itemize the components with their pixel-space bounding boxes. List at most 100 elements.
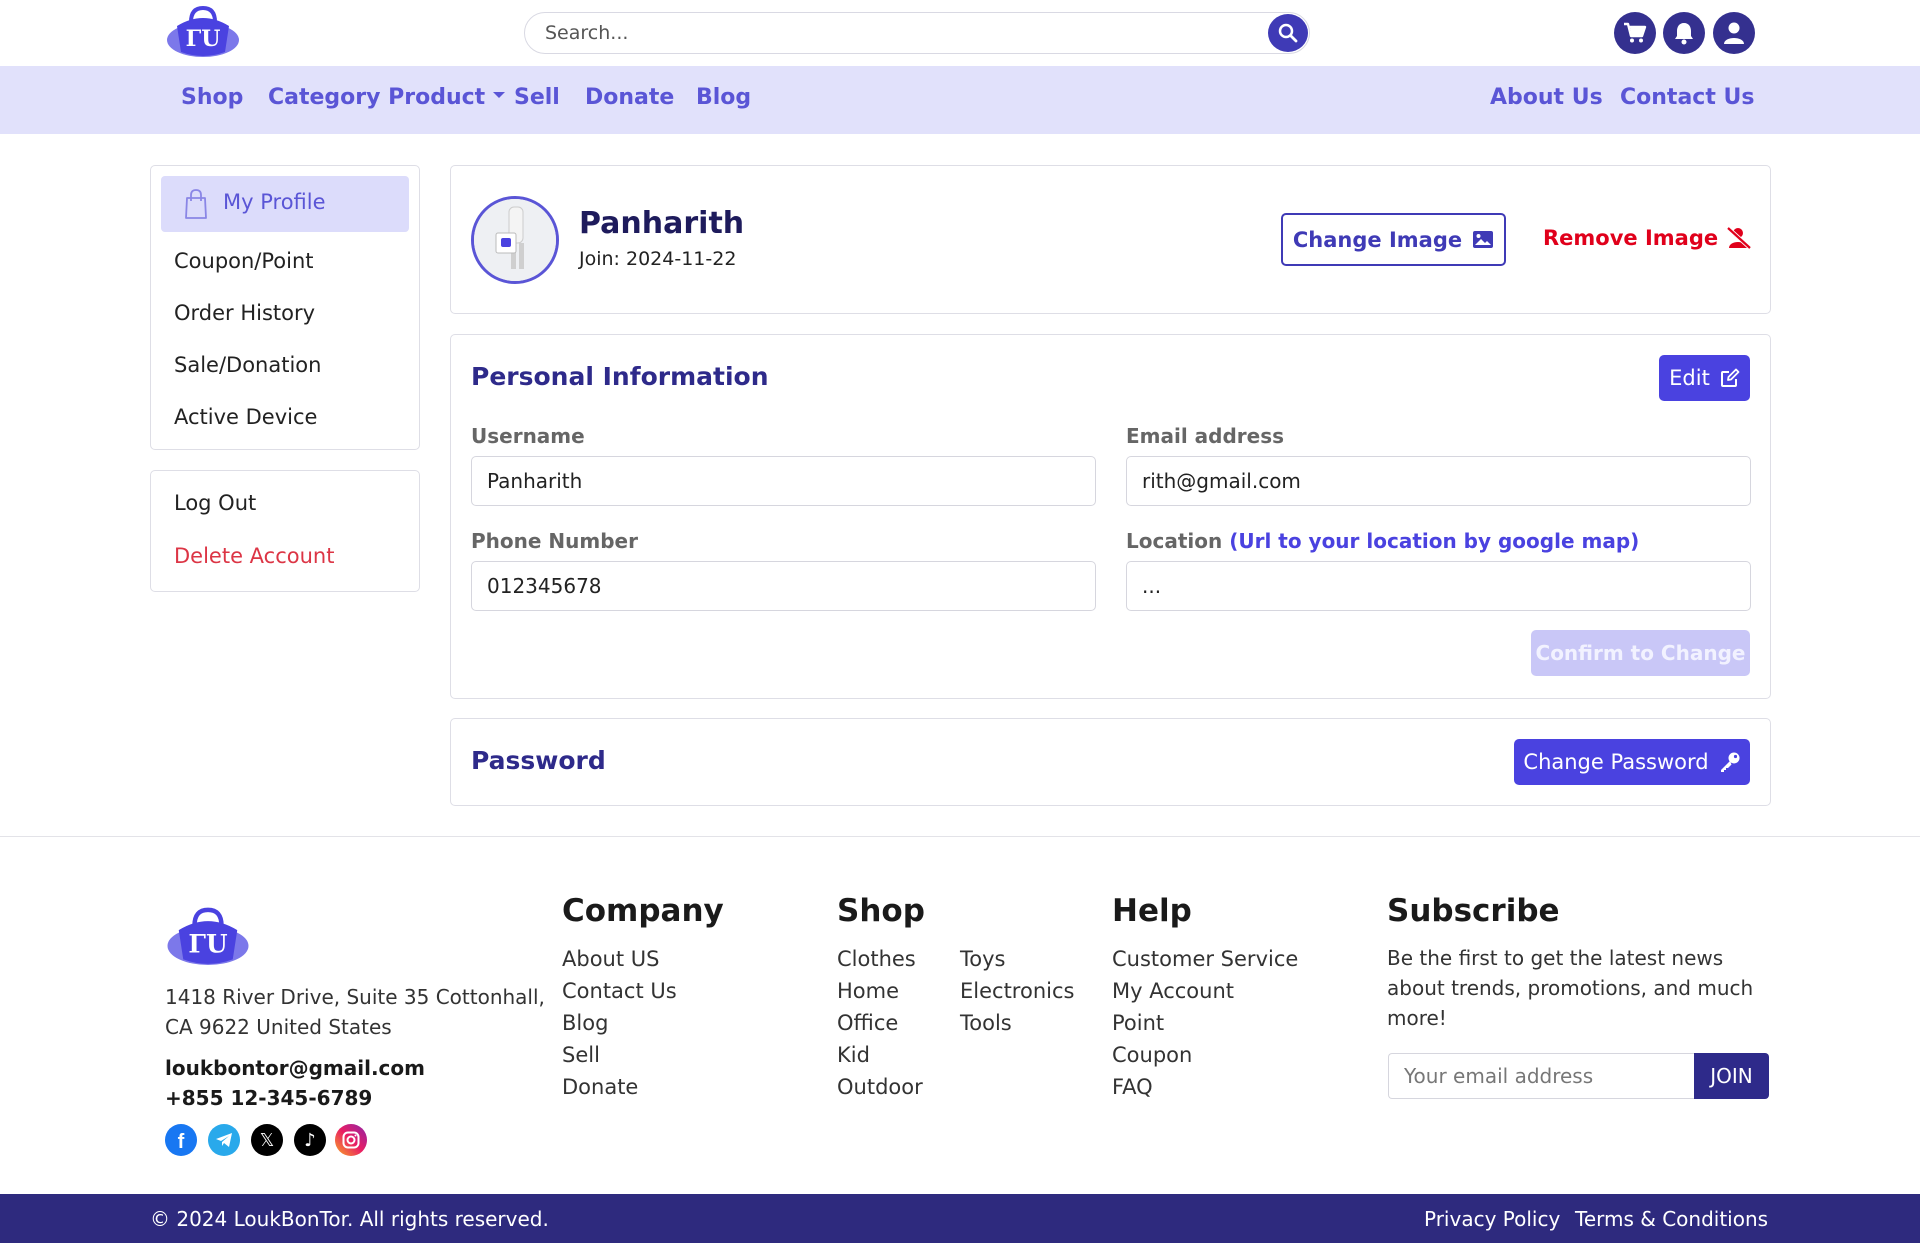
footer-shop-links-col2: Toys Electronics Tools xyxy=(960,943,1074,1039)
location-hint: (Url to your location by google map) xyxy=(1229,529,1640,553)
footer-link[interactable]: About US xyxy=(562,943,677,975)
footer-link[interactable]: Sell xyxy=(562,1039,677,1071)
instagram-link[interactable] xyxy=(335,1124,367,1156)
nav-about-us[interactable]: About Us xyxy=(1490,85,1603,110)
footer-link[interactable]: Outdoor xyxy=(837,1071,923,1103)
footer-link[interactable]: Point xyxy=(1112,1007,1298,1039)
subscribe-text-line3: more! xyxy=(1387,1006,1447,1030)
telegram-link[interactable] xyxy=(208,1124,240,1156)
footer-link[interactable]: Home xyxy=(837,975,923,1007)
footer-divider xyxy=(0,836,1920,837)
main-navbar: Shop Category Product Sell Donate Blog A… xyxy=(0,66,1920,134)
notification-button[interactable] xyxy=(1663,12,1705,54)
image-icon xyxy=(1473,231,1494,248)
facebook-link[interactable]: f xyxy=(165,1124,197,1156)
profile-card: Panharith Join: 2024-11-22 Change Image … xyxy=(450,165,1771,314)
x-link[interactable]: 𝕏 xyxy=(251,1124,283,1156)
footer-link[interactable]: Contact Us xyxy=(562,975,677,1007)
search-button[interactable] xyxy=(1268,14,1308,52)
footer-company-title: Company xyxy=(562,893,724,929)
nav-shop[interactable]: Shop xyxy=(181,85,243,110)
subscribe-join-button[interactable]: JOIN xyxy=(1694,1053,1769,1099)
edit-label: Edit xyxy=(1669,366,1710,390)
footer-company-links: About US Contact Us Blog Sell Donate xyxy=(562,943,677,1103)
footer-logo[interactable]: ΓU xyxy=(163,904,253,972)
email-value: rith@gmail.com xyxy=(1142,469,1301,493)
footer-link[interactable]: Office xyxy=(837,1007,923,1039)
account-button[interactable] xyxy=(1713,12,1755,54)
password-card: Password Change Password xyxy=(450,718,1771,806)
chevron-down-icon xyxy=(493,92,506,98)
sidebar-item-sale-donation[interactable]: Sale/Donation xyxy=(174,353,321,377)
footer-email[interactable]: loukbontor@gmail.com xyxy=(165,1056,425,1080)
footer-shop-title: Shop xyxy=(837,893,925,929)
footer-help-links: Customer Service My Account Point Coupon… xyxy=(1112,943,1298,1103)
change-image-button[interactable]: Change Image xyxy=(1281,213,1506,266)
location-label-text: Location xyxy=(1126,529,1223,553)
footer-link[interactable]: Coupon xyxy=(1112,1039,1298,1071)
footer-link[interactable]: Donate xyxy=(562,1071,677,1103)
footer-link[interactable]: My Account xyxy=(1112,975,1298,1007)
location-value: ... xyxy=(1142,574,1162,598)
change-password-button[interactable]: Change Password xyxy=(1514,739,1750,785)
phone-label: Phone Number xyxy=(471,529,638,553)
location-field[interactable]: ... xyxy=(1126,561,1751,611)
confirm-change-button[interactable]: Confirm to Change xyxy=(1531,630,1750,676)
footer-phone[interactable]: +855 12-345-6789 xyxy=(165,1086,372,1110)
footer-link[interactable]: Clothes xyxy=(837,943,923,975)
search-input[interactable] xyxy=(545,13,1225,53)
subscribe-text-line1: Be the first to get the latest news xyxy=(1387,946,1724,970)
footer-link[interactable]: Blog xyxy=(562,1007,677,1039)
avatar xyxy=(471,196,559,284)
shopping-bag-icon xyxy=(185,189,207,219)
nav-category-product[interactable]: Category Product xyxy=(268,85,506,110)
footer-link[interactable]: Toys xyxy=(960,943,1074,975)
delete-account-link[interactable]: Delete Account xyxy=(174,544,334,568)
footer-address-line2: CA 9622 United States xyxy=(165,1015,392,1039)
profile-sidebar: My Profile Coupon/Point Order History Sa… xyxy=(150,165,420,450)
sidebar-item-coupon-point[interactable]: Coupon/Point xyxy=(174,249,314,273)
tiktok-icon: ♪ xyxy=(304,1129,316,1151)
username-label: Username xyxy=(471,424,585,448)
edit-button[interactable]: Edit xyxy=(1659,355,1750,401)
nav-donate[interactable]: Donate xyxy=(585,85,674,110)
footer-link[interactable]: Kid xyxy=(837,1039,923,1071)
logout-link[interactable]: Log Out xyxy=(174,491,256,515)
username-value: Panharith xyxy=(487,469,583,493)
sidebar-item-my-profile[interactable]: My Profile xyxy=(161,176,409,232)
copyright-text: © 2024 LoukBonTor. All rights reserved. xyxy=(150,1207,549,1231)
brand-logo[interactable]: ΓU xyxy=(163,4,243,62)
sidebar-item-active-device[interactable]: Active Device xyxy=(174,405,317,429)
account-actions-card: Log Out Delete Account xyxy=(150,470,420,592)
sidebar-item-order-history[interactable]: Order History xyxy=(174,301,315,325)
username-field[interactable]: Panharith xyxy=(471,456,1096,506)
phone-value: 012345678 xyxy=(487,574,602,598)
subscribe-email-input[interactable]: Your email address xyxy=(1388,1053,1695,1099)
nav-sell[interactable]: Sell xyxy=(514,85,560,110)
location-label: Location (Url to your location by google… xyxy=(1126,529,1639,553)
tiktok-link[interactable]: ♪ xyxy=(294,1124,326,1156)
footer-link[interactable]: Electronics xyxy=(960,975,1074,1007)
join-date: Join: 2024-11-22 xyxy=(579,248,737,270)
personal-information-title: Personal Information xyxy=(471,362,769,391)
nav-blog[interactable]: Blog xyxy=(696,85,751,110)
search-icon xyxy=(1278,23,1298,43)
phone-field[interactable]: 012345678 xyxy=(471,561,1096,611)
cart-button[interactable] xyxy=(1614,12,1656,54)
footer-link[interactable]: FAQ xyxy=(1112,1071,1298,1103)
footer-link[interactable]: Customer Service xyxy=(1112,943,1298,975)
remove-image-button[interactable]: Remove Image xyxy=(1543,226,1752,250)
x-icon: 𝕏 xyxy=(259,1129,275,1151)
privacy-policy-link[interactable]: Privacy Policy xyxy=(1424,1207,1560,1231)
subscribe-email-placeholder: Your email address xyxy=(1404,1064,1594,1088)
remove-image-label: Remove Image xyxy=(1543,226,1719,250)
footer-shop-links-col1: Clothes Home Office Kid Outdoor xyxy=(837,943,923,1103)
email-label: Email address xyxy=(1126,424,1285,448)
search-bar xyxy=(524,12,1310,54)
terms-conditions-link[interactable]: Terms & Conditions xyxy=(1575,1207,1768,1231)
change-password-label: Change Password xyxy=(1523,750,1709,774)
footer-link[interactable]: Tools xyxy=(960,1007,1074,1039)
nav-contact-us[interactable]: Contact Us xyxy=(1620,85,1754,110)
email-field[interactable]: rith@gmail.com xyxy=(1126,456,1751,506)
user-icon xyxy=(1724,22,1744,44)
